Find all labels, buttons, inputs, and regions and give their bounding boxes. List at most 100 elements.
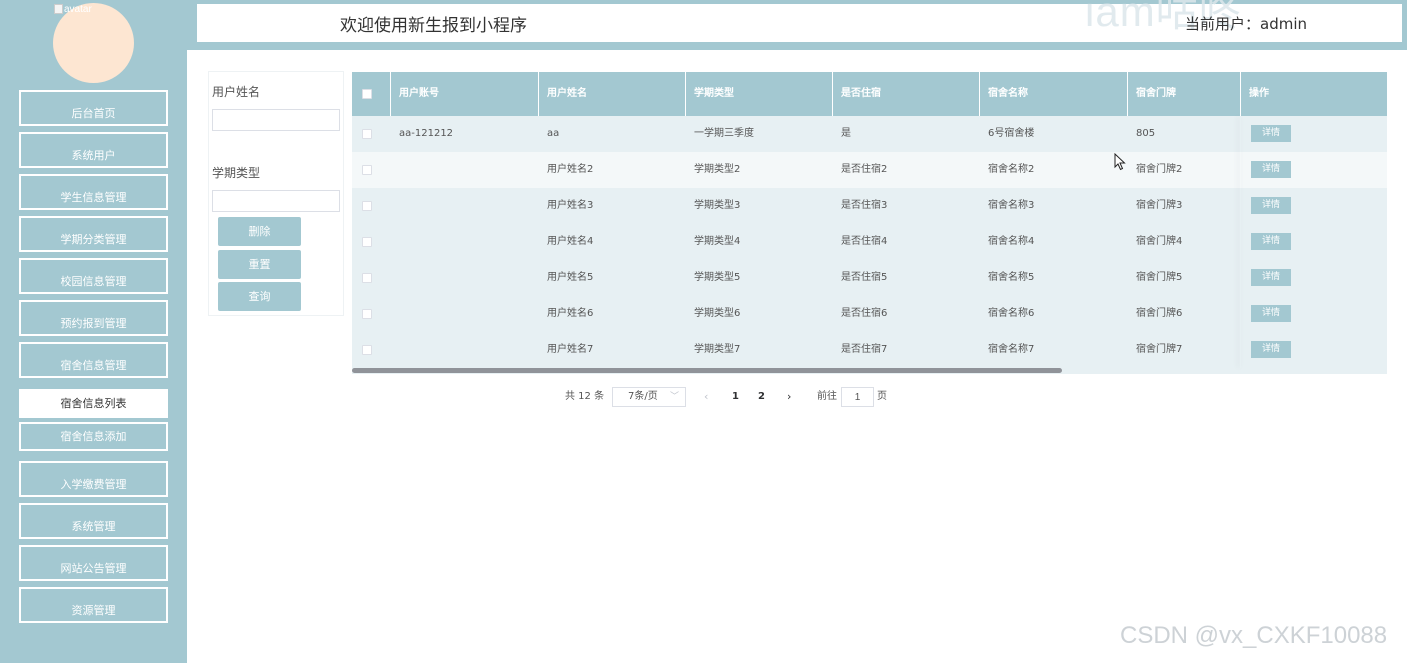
goto-page-input[interactable] — [841, 387, 874, 407]
cell-dorm-number: 宿舍门牌5 — [1136, 272, 1183, 283]
table-horizontal-scrollbar[interactable] — [352, 368, 1062, 373]
current-user: 当前用户：admin — [1185, 15, 1308, 33]
table-row: 用户姓名2 学期类型2 是否住宿2 宿舍名称2 宿舍门牌2 详情 — [352, 152, 1387, 188]
cell-lodging: 是否住宿2 — [841, 164, 888, 175]
cell-dorm-number: 宿舍门牌6 — [1136, 308, 1183, 319]
delete-button[interactable]: 删除 — [218, 217, 301, 246]
avatar[interactable] — [53, 3, 134, 83]
sidebar-item-announcements[interactable]: 网站公告管理 — [19, 545, 168, 581]
page-number-1[interactable]: 1 — [732, 387, 739, 407]
page-size-select[interactable]: 7条/页 ﹀ — [612, 387, 686, 407]
detail-button[interactable]: 详情 — [1251, 233, 1291, 250]
cell-term-type: 学期类型7 — [694, 344, 741, 355]
cell-account — [391, 332, 399, 368]
header-cell-term-type: 学期类型 — [686, 72, 833, 116]
header-cell-username: 用户姓名 — [539, 72, 686, 116]
cell-dorm-name: 宿舍名称6 — [988, 308, 1035, 319]
broken-image-icon — [54, 4, 63, 15]
sidebar-item-dormitory[interactable]: 宿舍信息管理 — [19, 342, 168, 378]
sidebar-subitem-dormitory-list[interactable]: 宿舍信息列表 — [19, 389, 168, 418]
cell-dorm-name: 宿舍名称4 — [988, 236, 1035, 247]
next-page-icon[interactable]: › — [787, 387, 791, 407]
cell-term-type: 学期类型4 — [694, 236, 741, 247]
prev-page-icon[interactable]: ‹ — [704, 387, 708, 407]
query-button[interactable]: 查询 — [218, 282, 301, 311]
sidebar: avatar 后台首页 系统用户 学生信息管理 学期分类管理 校园信息管理 预约… — [0, 0, 187, 663]
cell-username: 用户姓名7 — [547, 344, 594, 355]
fixed-column-shadow — [1240, 116, 1241, 368]
row-checkbox[interactable] — [362, 309, 372, 319]
chevron-down-icon: ﹀ — [669, 392, 679, 402]
cell-account — [391, 152, 399, 188]
table-header: 用户账号 用户姓名 学期类型 是否住宿 宿舍名称 宿舍门牌 操作 — [352, 72, 1387, 116]
cell-lodging: 是否住宿6 — [841, 308, 888, 319]
cell-dorm-name: 宿舍名称3 — [988, 200, 1035, 211]
cell-account — [391, 188, 399, 224]
header-cell-select — [352, 72, 391, 116]
mouse-cursor-icon — [1114, 153, 1126, 171]
avatar-alt-text: avatar — [54, 4, 92, 15]
cell-lodging: 是 — [841, 128, 851, 139]
cell-dorm-name: 6号宿舍楼 — [988, 128, 1035, 139]
table-row: 用户姓名5 学期类型5 是否住宿5 宿舍名称5 宿舍门牌5 详情 — [352, 260, 1387, 296]
table-row: aa-121212 aa 一学期三季度 是 6号宿舍楼 805 详情 — [352, 116, 1387, 152]
cell-term-type: 学期类型2 — [694, 164, 741, 175]
cell-account: aa-121212 — [399, 128, 454, 139]
cell-account — [391, 296, 399, 332]
cell-username: 用户姓名5 — [547, 272, 594, 283]
cell-dorm-name: 宿舍名称7 — [988, 344, 1035, 355]
detail-button[interactable]: 详情 — [1251, 305, 1291, 322]
cell-dorm-number: 宿舍门牌4 — [1136, 236, 1183, 247]
page-number-2[interactable]: 2 — [758, 387, 765, 407]
cell-dorm-name: 宿舍名称2 — [988, 164, 1035, 175]
table-row: 用户姓名7 学期类型7 是否住宿7 宿舍名称7 宿舍门牌7 详情 — [352, 332, 1387, 368]
table-row: 用户姓名4 学期类型4 是否住宿4 宿舍名称4 宿舍门牌4 详情 — [352, 224, 1387, 260]
goto-prefix: 前往 — [817, 391, 837, 402]
cell-username: aa — [547, 128, 560, 139]
row-checkbox[interactable] — [362, 273, 372, 283]
detail-button[interactable]: 详情 — [1251, 197, 1291, 214]
row-checkbox[interactable] — [362, 201, 372, 211]
row-checkbox[interactable] — [362, 345, 372, 355]
data-table: 用户账号 用户姓名 学期类型 是否住宿 宿舍名称 宿舍门牌 操作 aa-1212… — [352, 72, 1387, 374]
sidebar-item-resources[interactable]: 资源管理 — [19, 587, 168, 623]
sidebar-item-enrollment-fee[interactable]: 入学缴费管理 — [19, 461, 168, 497]
detail-button[interactable]: 详情 — [1251, 341, 1291, 358]
detail-button[interactable]: 详情 — [1251, 161, 1291, 178]
row-checkbox[interactable] — [362, 165, 372, 175]
sidebar-item-reservation[interactable]: 预约报到管理 — [19, 300, 168, 336]
watermark-bottom: CSDN @vx_CXKF10088 — [1120, 622, 1388, 649]
cell-lodging: 是否住宿5 — [841, 272, 888, 283]
pagination-total: 共 12 条 — [565, 391, 605, 402]
header-cell-account: 用户账号 — [391, 72, 539, 116]
page-size-value: 7条/页 — [628, 391, 658, 402]
cell-dorm-name: 宿舍名称5 — [988, 272, 1035, 283]
cell-username: 用户姓名2 — [547, 164, 594, 175]
sidebar-item-home[interactable]: 后台首页 — [19, 90, 168, 126]
detail-button[interactable]: 详情 — [1251, 269, 1291, 286]
header-cell-dorm-number: 宿舍门牌 — [1128, 72, 1241, 116]
cell-username: 用户姓名4 — [547, 236, 594, 247]
term-type-label: 学期类型 — [212, 166, 261, 180]
page-title: 欢迎使用新生报到小程序 — [340, 16, 527, 36]
sidebar-item-campus-info[interactable]: 校园信息管理 — [19, 258, 168, 294]
sidebar-item-student-info[interactable]: 学生信息管理 — [19, 174, 168, 210]
row-checkbox[interactable] — [362, 129, 372, 139]
cell-dorm-number: 805 — [1136, 128, 1156, 139]
row-checkbox[interactable] — [362, 237, 372, 247]
cell-term-type: 一学期三季度 — [694, 128, 754, 139]
username-input[interactable] — [212, 109, 340, 131]
cell-lodging: 是否住宿3 — [841, 200, 888, 211]
cell-username: 用户姓名3 — [547, 200, 594, 211]
sidebar-item-system-management[interactable]: 系统管理 — [19, 503, 168, 539]
reset-button[interactable]: 重置 — [218, 250, 301, 279]
cell-term-type: 学期类型6 — [694, 308, 741, 319]
detail-button[interactable]: 详情 — [1251, 125, 1291, 142]
cell-account — [391, 260, 399, 296]
sidebar-item-term-category[interactable]: 学期分类管理 — [19, 216, 168, 252]
header-cell-lodging: 是否住宿 — [833, 72, 980, 116]
sidebar-subitem-dormitory-add[interactable]: 宿舍信息添加 — [19, 422, 168, 451]
sidebar-item-system-users[interactable]: 系统用户 — [19, 132, 168, 168]
term-type-input[interactable] — [212, 190, 340, 212]
cell-username: 用户姓名6 — [547, 308, 594, 319]
